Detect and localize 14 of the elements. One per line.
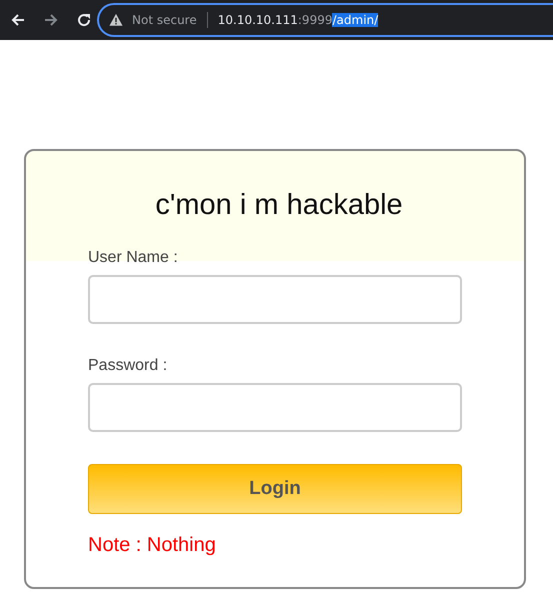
note-text: Note : Nothing	[88, 534, 216, 557]
reload-icon[interactable]	[76, 12, 92, 28]
field-label: Password :	[88, 357, 168, 375]
login-title: c'mon i m hackable	[154, 188, 404, 223]
url-text: 10.10.10.111:9999/admin/	[218, 13, 378, 27]
warning-icon	[109, 13, 123, 27]
field-label: User Name :	[88, 249, 178, 267]
login-button[interactable]: Login	[88, 464, 462, 514]
forward-icon[interactable]	[43, 12, 59, 28]
input-field[interactable]	[88, 275, 462, 324]
address-bar[interactable]: Not secure 10.10.10.111:9999/admin/	[97, 3, 553, 37]
security-label: Not secure	[132, 13, 197, 27]
back-icon[interactable]	[10, 12, 26, 28]
input-field[interactable]	[88, 383, 462, 432]
